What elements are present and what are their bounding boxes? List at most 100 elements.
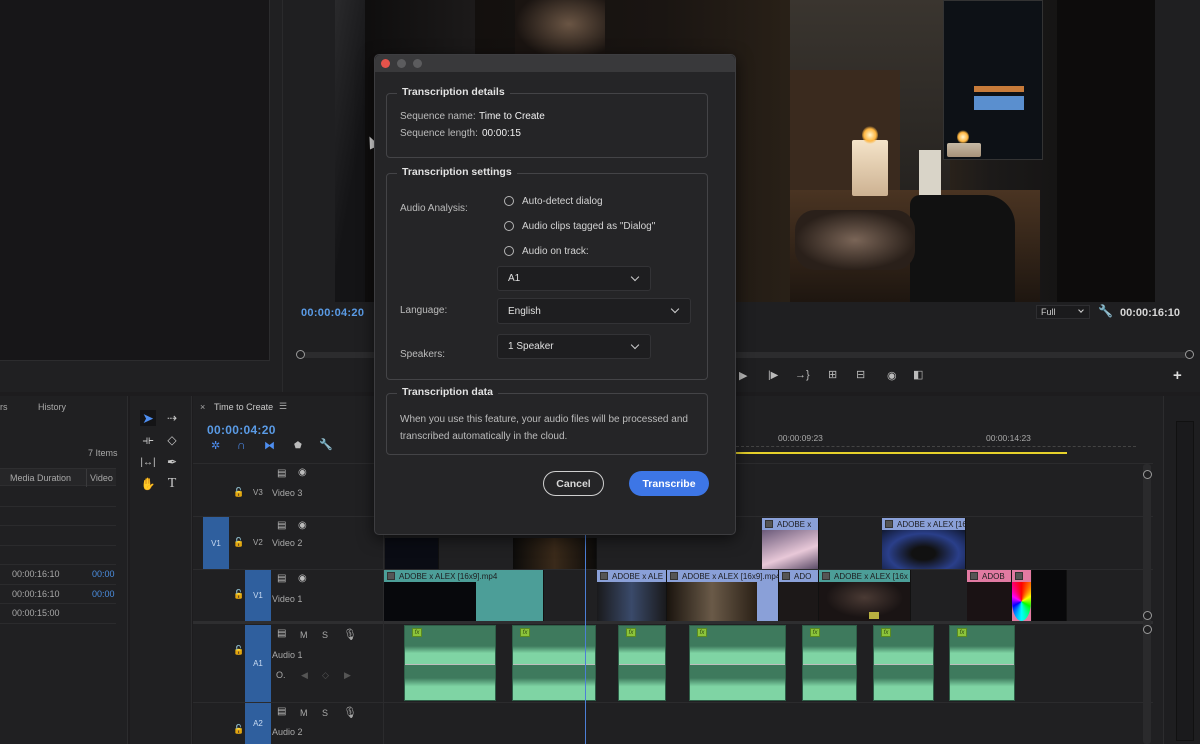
microphone-icon[interactable]: 🎙 — [343, 628, 357, 641]
close-tab-icon[interactable]: × — [200, 402, 205, 412]
tab-history[interactable]: History — [38, 402, 66, 412]
lock-icon[interactable]: 🔓 — [233, 537, 244, 548]
video-clip[interactable]: ADOBE x ALEX [16x — [819, 570, 911, 621]
audio-clip[interactable]: fx — [802, 625, 857, 701]
pen-tool-icon[interactable]: ✒ — [164, 454, 180, 470]
lift-icon[interactable]: ⊞ — [828, 368, 837, 381]
work-area-bar[interactable] — [736, 452, 1067, 454]
video-clip-thumb[interactable] — [385, 538, 439, 569]
mute-button[interactable]: M — [300, 630, 308, 640]
audio-clip[interactable]: fx — [404, 625, 496, 701]
panel-menu-icon[interactable]: ☰ — [279, 401, 287, 412]
scrollbar-handle[interactable] — [1143, 611, 1152, 620]
extract-icon[interactable]: ⊟ — [856, 368, 865, 381]
track-target-v1[interactable]: V1 — [245, 570, 271, 621]
eye-icon[interactable]: ◉ — [298, 468, 307, 478]
toggle-sync-lock-icon[interactable]: ▤ — [277, 574, 286, 584]
cancel-button[interactable]: Cancel — [543, 471, 604, 496]
column-divider[interactable] — [86, 469, 87, 487]
compare-view-icon[interactable]: ◧ — [913, 368, 923, 381]
video-clip[interactable]: ADOBE x ALE — [597, 570, 667, 621]
project-row[interactable] — [0, 487, 116, 507]
zoom-select[interactable]: Full — [1036, 305, 1090, 319]
video-clip[interactable]: ADOBE x — [762, 518, 819, 569]
track-select-forward-tool-icon[interactable]: ⇢ — [164, 410, 180, 426]
video-clip[interactable]: ADOB — [967, 570, 1012, 621]
radio-dialog-tagged[interactable] — [504, 221, 514, 231]
play-icon[interactable]: ▶ — [739, 369, 747, 382]
solo-button[interactable]: S — [322, 630, 328, 640]
project-row[interactable] — [0, 507, 116, 526]
hand-tool-icon[interactable]: ✋ — [140, 476, 156, 492]
eye-icon[interactable]: ◉ — [298, 521, 307, 531]
step-forward-icon[interactable]: |▶ — [768, 370, 778, 381]
camera-icon[interactable]: ◉ — [887, 369, 897, 382]
ripple-edit-tool-icon[interactable]: ⟛ — [140, 432, 156, 448]
tab-partial[interactable]: rs — [0, 402, 8, 412]
audio-clip[interactable]: fx — [689, 625, 786, 701]
video-clip[interactable]: ADOBE x ALEX [16x9].mp4 — [667, 570, 779, 621]
radio-dialog-tagged-label[interactable]: Audio clips tagged as "Dialog" — [522, 221, 655, 232]
scrubber-out-handle[interactable] — [1185, 350, 1194, 359]
minimize-window-button[interactable] — [397, 59, 406, 68]
project-row[interactable]: 00:00:15:00 — [0, 604, 116, 624]
snap-icon[interactable]: ∩ — [237, 438, 246, 452]
audio-clip[interactable]: fx — [873, 625, 934, 701]
scrollbar-handle[interactable] — [1143, 625, 1152, 634]
radio-auto-detect-label[interactable]: Auto-detect dialog — [522, 196, 603, 207]
speakers-select[interactable]: 1 Speaker — [497, 334, 651, 359]
video-clip[interactable]: ADO — [779, 570, 819, 621]
go-to-out-icon[interactable]: →} — [795, 369, 810, 381]
radio-audio-on-track-label[interactable]: Audio on track: — [522, 246, 589, 257]
toggle-sync-lock-icon[interactable]: ▤ — [277, 521, 286, 531]
timeline-timecode[interactable]: 00:00:04:20 — [207, 423, 276, 437]
toggle-sync-lock-icon[interactable]: ▤ — [277, 629, 286, 639]
project-row[interactable] — [0, 526, 116, 546]
close-window-button[interactable] — [381, 59, 390, 68]
audio-clip[interactable]: fx — [618, 625, 666, 701]
type-tool-icon[interactable]: T — [164, 476, 180, 492]
maximize-window-button[interactable] — [413, 59, 422, 68]
razor-tool-icon[interactable]: ◇ — [164, 432, 180, 448]
add-button-icon[interactable]: + — [1173, 367, 1182, 384]
wrench-icon[interactable]: 🔧 — [1098, 304, 1113, 318]
toggle-sync-lock-icon[interactable]: ▤ — [277, 707, 286, 717]
track-target-a2[interactable]: A2 — [245, 703, 271, 744]
scrubber-in-handle[interactable] — [296, 350, 305, 359]
language-select[interactable]: English — [497, 298, 691, 324]
dialog-titlebar[interactable] — [375, 55, 735, 72]
project-row[interactable]: 00:00:16:10 00:00 — [0, 565, 116, 585]
track-select[interactable]: A1 — [497, 266, 651, 291]
ruler-ticks[interactable] — [736, 446, 1136, 447]
solo-button[interactable]: S — [322, 708, 328, 718]
source-patch-v1[interactable]: V1 — [203, 517, 229, 569]
sequence-tab[interactable]: Time to Create — [214, 402, 273, 412]
slip-tool-icon[interactable]: |↔| — [140, 454, 156, 470]
project-row[interactable]: 00:00:16:10 00:00 — [0, 585, 116, 604]
video-clip[interactable]: ADOBE x ALEX [16x9].mp4 — [384, 570, 544, 621]
add-marker-icon[interactable]: ⬟ — [294, 440, 302, 451]
transcribe-button[interactable]: Transcribe — [629, 471, 709, 496]
video-audio-divider[interactable] — [193, 621, 1153, 624]
lock-icon[interactable]: 🔓 — [233, 589, 244, 600]
previous-keyframe-icon[interactable]: ◀ — [301, 670, 308, 681]
audio-clip[interactable]: fx — [512, 625, 596, 701]
keyframe-toggle-icon[interactable]: O. — [276, 670, 286, 680]
toggle-sync-lock-icon[interactable]: ▤ — [277, 469, 286, 479]
marker-icon[interactable] — [869, 612, 879, 619]
next-keyframe-icon[interactable]: ▶ — [344, 670, 351, 681]
column-media-duration[interactable]: Media Duration — [10, 473, 71, 483]
timeline-vertical-scrollbar[interactable] — [1143, 464, 1151, 744]
column-video[interactable]: Video — [90, 473, 113, 483]
timeline-settings-wrench-icon[interactable]: 🔧 — [319, 438, 333, 451]
linked-selection-icon[interactable]: ⧓ — [264, 439, 275, 452]
mute-button[interactable]: M — [300, 708, 308, 718]
microphone-icon[interactable]: 🎙 — [343, 706, 357, 719]
scrollbar-handle[interactable] — [1143, 470, 1152, 479]
program-current-timecode[interactable]: 00:00:04:20 — [301, 307, 364, 319]
eye-icon[interactable]: ◉ — [298, 574, 307, 584]
audio-clip[interactable]: fx — [949, 625, 1015, 701]
lock-icon[interactable]: 🔓 — [233, 645, 244, 656]
video-clip[interactable]: ADOBE x ALEX [16 — [882, 518, 966, 569]
lock-icon[interactable]: 🔓 — [233, 487, 244, 498]
